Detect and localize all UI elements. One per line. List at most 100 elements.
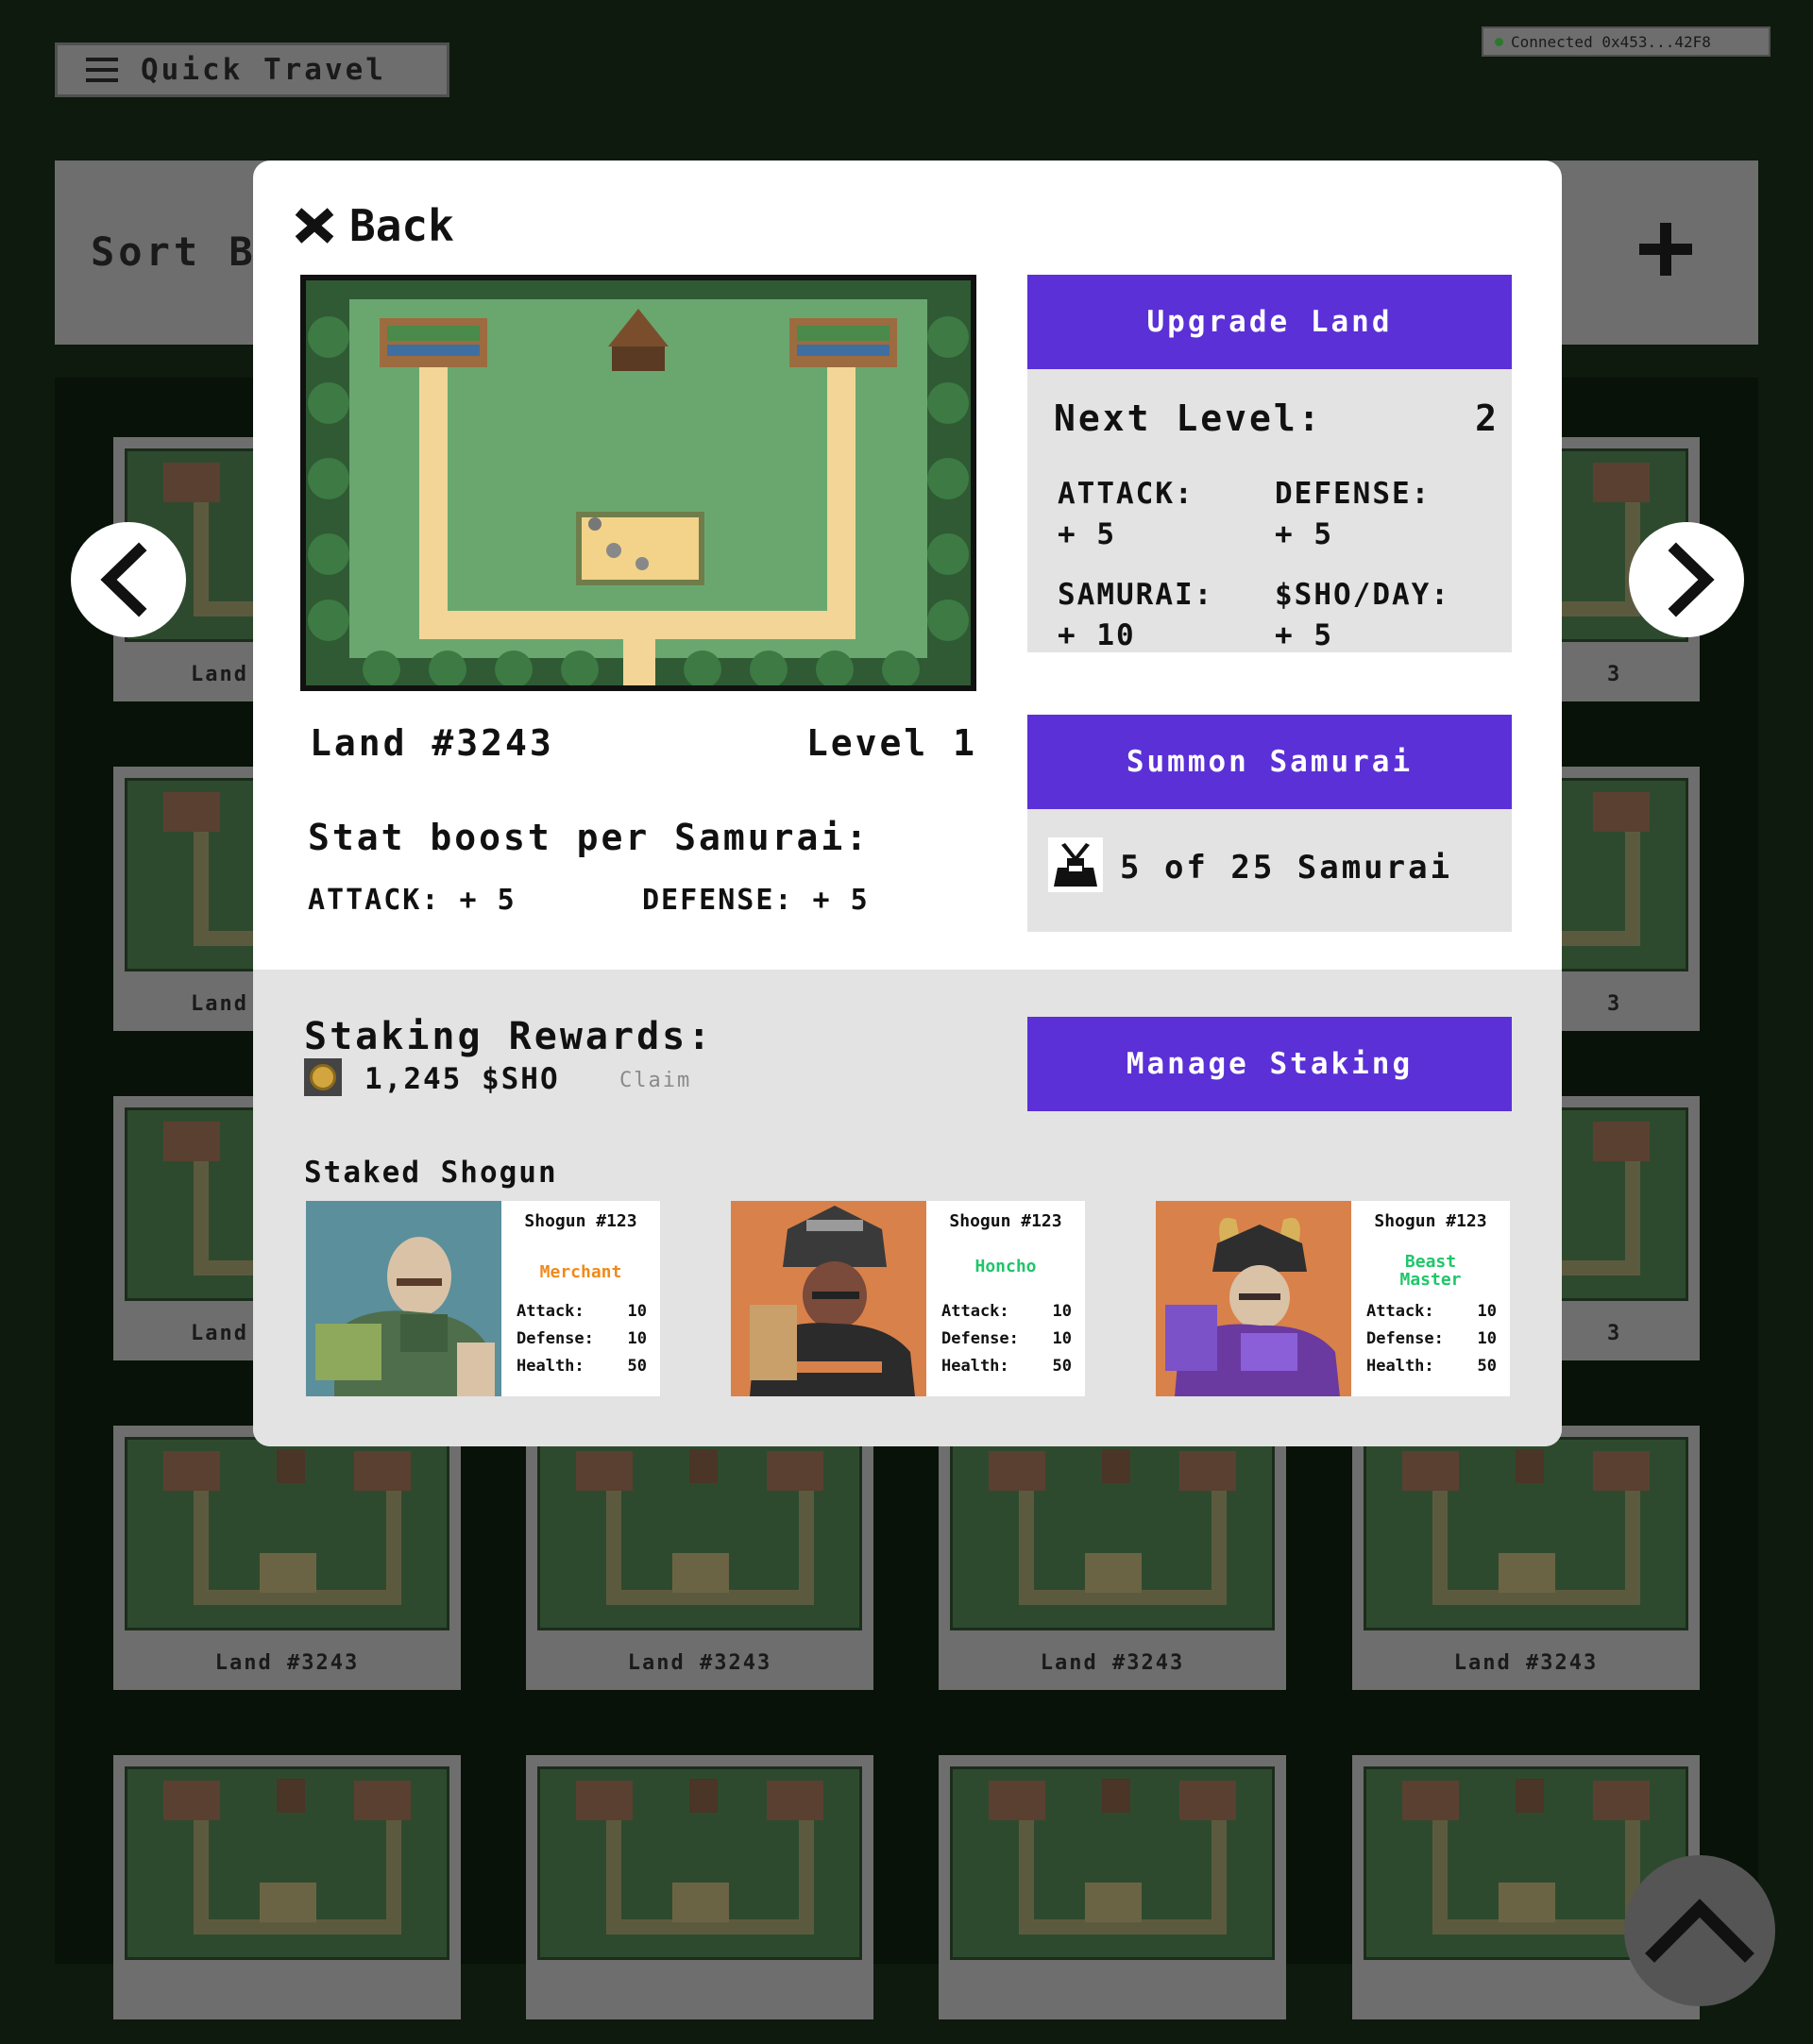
boost-defense: DEFENSE: + 5 <box>642 884 870 917</box>
stat-label: Attack: <box>517 1302 585 1321</box>
stat-value: 10 <box>1477 1302 1497 1321</box>
next-level-value: 2 <box>1475 397 1497 439</box>
land-map <box>300 275 976 691</box>
land-card[interactable] <box>526 1755 873 2019</box>
staking-section: Staking Rewards: 1,245 $SHO Claim Manage… <box>253 970 1562 1446</box>
stat-label: Defense: <box>517 1329 594 1348</box>
land-level: Level 1 <box>805 722 977 764</box>
close-icon <box>295 208 334 244</box>
land-card[interactable] <box>939 1755 1286 2019</box>
upgrade-land-button[interactable]: Upgrade Land <box>1027 275 1512 369</box>
stat-label: SAMURAI: <box>1058 578 1214 612</box>
samurai-helmet-icon <box>1048 837 1103 892</box>
next-land-button[interactable] <box>1629 522 1744 637</box>
next-samurai-stat: SAMURAI: + 10 <box>1058 575 1213 656</box>
land-thumbnail <box>950 1766 1275 1960</box>
wallet-status-text: Connected 0x453...42F8 <box>1511 32 1711 51</box>
land-card[interactable]: Land #3243 <box>1352 1426 1700 1690</box>
stat-value: + 5 <box>1275 517 1333 551</box>
summon-samurai-button[interactable]: Summon Samurai <box>1027 715 1512 809</box>
sort-label[interactable]: Sort B <box>91 228 257 275</box>
shogun-portrait <box>1156 1201 1351 1396</box>
next-level-label: Next Level: <box>1054 397 1323 439</box>
land-thumbnail <box>125 1766 449 1960</box>
shogun-role: Honcho <box>974 1257 1037 1276</box>
back-label: Back <box>349 200 454 251</box>
land-detail-modal: Back Land #3243 Level 1 Stat boost per S… <box>253 160 1562 1446</box>
chevron-left-icon <box>100 542 147 617</box>
chevron-up-icon <box>1645 1899 1754 1963</box>
land-card-label: Land #3243 <box>627 1651 772 1675</box>
back-button[interactable]: Back <box>293 200 454 251</box>
quick-travel-button[interactable]: Quick Travel <box>55 42 449 97</box>
land-map-illustration <box>306 280 971 685</box>
samurai-count-text: 5 of 25 Samurai <box>1120 849 1453 887</box>
chevron-right-icon <box>1668 542 1715 617</box>
land-thumbnail <box>537 1437 862 1630</box>
shogun-card[interactable]: Shogun #123 Merchant Attack: 10 Defense: 1… <box>306 1201 660 1396</box>
stat-value: 10 <box>1052 1302 1072 1321</box>
next-sho-stat: $SHO/DAY: + 5 <box>1275 575 1450 656</box>
stat-label: Defense: <box>1366 1329 1444 1348</box>
shogun-card[interactable]: Shogun #123 Honcho Attack: 10 Defense: 10 … <box>731 1201 1085 1396</box>
stat-value: + 10 <box>1058 618 1136 652</box>
shogun-name: Shogun #123 <box>949 1211 1062 1231</box>
stat-value: 50 <box>1052 1357 1072 1376</box>
scroll-to-top-button[interactable] <box>1624 1855 1775 2006</box>
stat-label: Health: <box>1366 1357 1434 1376</box>
claim-link[interactable]: Claim <box>619 1069 691 1092</box>
shogun-role: Merchant <box>539 1262 622 1282</box>
stat-label: ATTACK: <box>1058 477 1195 511</box>
stat-label: $SHO/DAY: <box>1275 578 1450 612</box>
next-level-panel: Next Level: 2 ATTACK: + 5 DEFENSE: + 5 S… <box>1027 369 1512 652</box>
stat-boost-title: Stat boost per Samurai: <box>308 817 871 858</box>
manage-staking-button[interactable]: Manage Staking <box>1027 1017 1512 1111</box>
previous-land-button[interactable] <box>71 522 186 637</box>
land-card-label: Land #3243 <box>1453 1651 1599 1675</box>
next-attack-stat: ATTACK: + 5 <box>1058 474 1195 555</box>
land-card-label: Land #3243 <box>214 1651 360 1675</box>
staked-shogun-title: Staked Shogun <box>304 1156 558 1190</box>
land-card[interactable]: Land #3243 <box>939 1426 1286 1690</box>
shogun-info: Shogun #123 Honcho Attack: 10 Defense: 10 … <box>926 1201 1085 1396</box>
stat-value: 10 <box>627 1329 647 1348</box>
land-card[interactable]: Land #3243 <box>526 1426 873 1690</box>
stat-value: 10 <box>627 1302 647 1321</box>
land-card[interactable]: Land #3243 <box>113 1426 461 1690</box>
shogun-info: Shogun #123 Merchant Attack: 10 Defense: 1… <box>501 1201 660 1396</box>
coin-icon <box>304 1058 342 1096</box>
stat-value: + 5 <box>1058 517 1116 551</box>
land-thumbnail <box>537 1766 862 1960</box>
stat-label: Attack: <box>1366 1302 1434 1321</box>
samurai-count-panel: 5 of 25 Samurai <box>1027 809 1512 932</box>
land-thumbnail <box>950 1437 1275 1630</box>
stat-value: + 5 <box>1275 618 1333 652</box>
shogun-card[interactable]: Shogun #123 Beast Master Attack: 10 Defen… <box>1156 1201 1510 1396</box>
land-thumbnail <box>125 1437 449 1630</box>
shogun-name: Shogun #123 <box>524 1211 637 1231</box>
land-card-label: Land #3243 <box>1040 1651 1185 1675</box>
hamburger-icon <box>86 58 118 82</box>
stat-label: Health: <box>941 1357 1009 1376</box>
stat-value: 10 <box>1052 1329 1072 1348</box>
stat-label: Attack: <box>941 1302 1009 1321</box>
stat-label: DEFENSE: <box>1275 477 1432 511</box>
shogun-portrait <box>306 1201 501 1396</box>
stat-value: 50 <box>627 1357 647 1376</box>
land-title: Land #3243 <box>310 722 554 764</box>
shogun-portrait <box>731 1201 926 1396</box>
next-defense-stat: DEFENSE: + 5 <box>1275 474 1431 555</box>
staking-rewards-title: Staking Rewards: <box>304 1015 714 1058</box>
stat-label: Health: <box>517 1357 585 1376</box>
stat-label: Defense: <box>941 1329 1019 1348</box>
rewards-amount: 1,245 $SHO <box>364 1062 560 1096</box>
land-card[interactable] <box>113 1755 461 2019</box>
quick-travel-label: Quick Travel <box>141 53 386 87</box>
shogun-role: Beast Master <box>1399 1252 1462 1290</box>
boost-attack: ATTACK: + 5 <box>308 884 517 917</box>
shogun-info: Shogun #123 Beast Master Attack: 10 Defen… <box>1351 1201 1510 1396</box>
plus-icon[interactable] <box>1639 223 1692 276</box>
connection-dot-icon <box>1495 37 1503 46</box>
wallet-status[interactable]: Connected 0x453...42F8 <box>1482 26 1771 57</box>
stat-value: 10 <box>1477 1329 1497 1348</box>
